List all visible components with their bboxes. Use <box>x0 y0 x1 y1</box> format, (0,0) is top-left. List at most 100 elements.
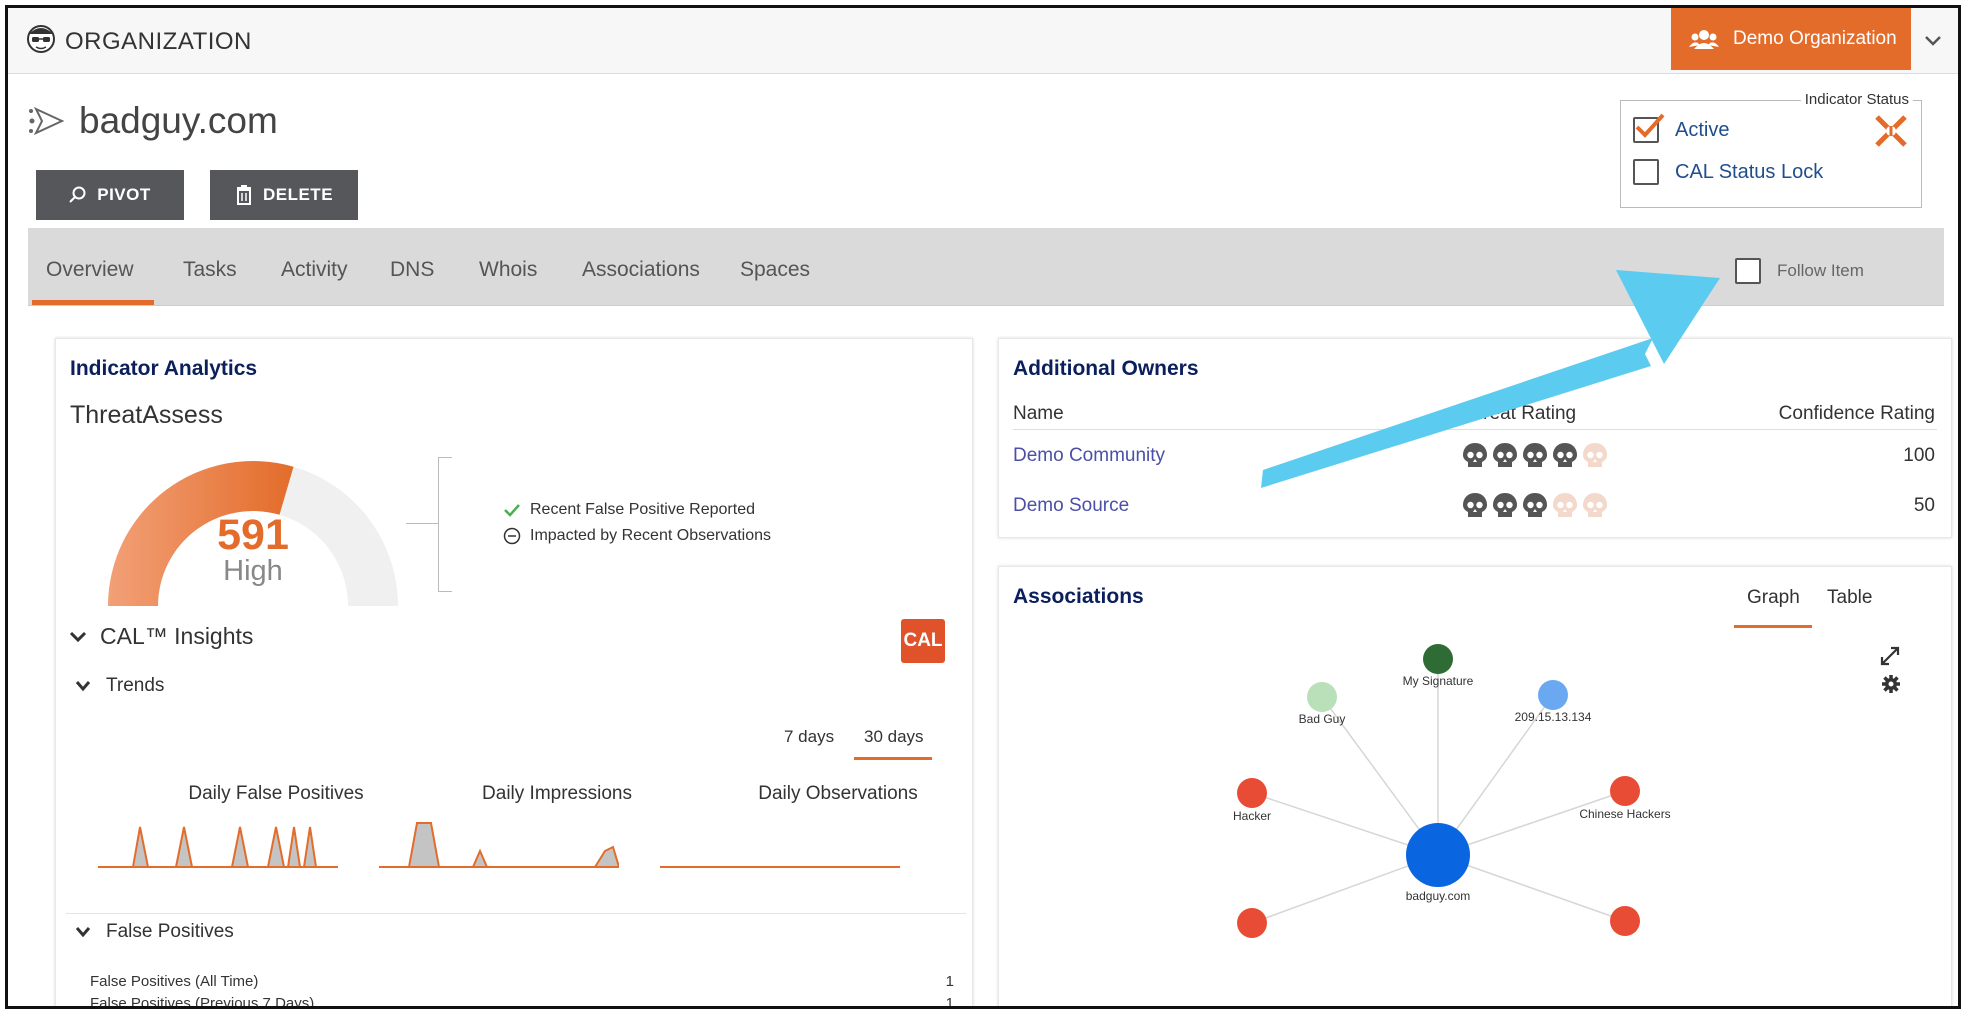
graph-node-red <box>1237 908 1267 938</box>
false-positives-toggle[interactable]: False Positives <box>74 921 234 943</box>
top-bar: ORGANIZATION Demo Organization <box>8 8 1958 74</box>
col-name: Name <box>1013 403 1064 424</box>
fp-value: 1 <box>945 995 954 1009</box>
skull-filled-icon <box>1463 493 1487 517</box>
col-confidence-rating: Confidence Rating <box>1778 403 1935 424</box>
trash-icon <box>236 185 251 205</box>
follow-item-toggle[interactable]: Follow Item <box>1735 258 1864 284</box>
delete-label: DELETE <box>262 185 334 204</box>
skull-empty-icon <box>1553 493 1577 517</box>
minus-circle-icon <box>503 527 521 545</box>
chevron-down-icon[interactable] <box>1918 26 1948 56</box>
threatassess-label: ThreatAssess <box>70 401 223 429</box>
confidence-value: 50 <box>1913 495 1935 516</box>
range-7-days[interactable]: 7 days <box>784 727 834 747</box>
indicator-status-legend: Indicator Status <box>1800 91 1913 108</box>
chevron-down-icon <box>69 631 87 642</box>
indicator-analytics-panel: Indicator Analytics ThreatAssess 591 Hig… <box>55 338 973 1009</box>
association-graph: My Signature Bad Guy 209.15.13.134 Hacke… <box>1233 644 1671 938</box>
cal-insights-toggle[interactable]: CAL™ Insights <box>68 623 253 650</box>
col-threat-rating: Threat Rating <box>1461 403 1577 424</box>
cal-status-lock-checkbox[interactable] <box>1633 159 1659 185</box>
checkmark-icon <box>1635 113 1665 138</box>
graph-node-chinese-hackers <box>1610 776 1640 806</box>
false-positives-label: False Positives <box>106 921 234 942</box>
tab-tasks[interactable]: Tasks <box>183 258 237 282</box>
range-30-days[interactable]: 30 days <box>864 727 924 747</box>
factor-label: Recent False Positive Reported <box>530 501 755 518</box>
pivot-button[interactable]: PIVOT <box>36 170 184 220</box>
tab-associations[interactable]: Associations <box>582 258 700 282</box>
chart-title-observations: Daily Observations <box>758 783 918 804</box>
skull-filled-icon <box>1553 443 1577 467</box>
graph-label-hacker: Hacker <box>1233 809 1271 823</box>
tab-table[interactable]: Table <box>1827 587 1872 609</box>
delete-button[interactable]: DELETE <box>210 170 358 220</box>
additional-owners-panel: Additional Owners Name Threat Rating Con… <box>998 338 1952 538</box>
cal-badge: CAL <box>901 619 945 663</box>
chart-title-false-positives: Daily False Positives <box>188 783 364 804</box>
factor-observations: Impacted by Recent Observations <box>502 527 771 545</box>
threat-score: 591 <box>217 511 289 559</box>
organization-switcher-button[interactable]: Demo Organization <box>1671 8 1911 70</box>
active-toggle[interactable]: Active <box>1633 113 1730 143</box>
follow-item-label: Follow Item <box>1777 261 1864 280</box>
tab-overview[interactable]: Overview <box>46 258 134 282</box>
graph-label-my-signature: My Signature <box>1403 674 1474 688</box>
trends-toggle[interactable]: Trends <box>74 675 164 697</box>
tab-activity[interactable]: Activity <box>281 258 348 282</box>
owner-link-demo-source[interactable]: Demo Source <box>1013 495 1129 517</box>
threat-rating-skulls <box>1461 491 1611 519</box>
graph-label-bad-guy: Bad Guy <box>1299 712 1346 726</box>
active-tab-indicator <box>32 300 154 305</box>
users-icon <box>1689 30 1719 49</box>
follow-item-checkbox[interactable] <box>1735 258 1761 284</box>
graph-label-center: badguy.com <box>1406 889 1470 903</box>
factor-label: Impacted by Recent Observations <box>530 527 772 544</box>
fp-label: False Positives (Previous 7 Days) <box>90 995 315 1009</box>
cal-status-lock-toggle[interactable]: CAL Status Lock <box>1633 159 1823 185</box>
indicator-status-box: Indicator Status Active CAL Status Lock <box>1620 91 1922 208</box>
graph-label-ip: 209.15.13.134 <box>1515 710 1592 724</box>
associations-panel: Associations Graph Table My Signature Ba… <box>998 566 1952 1006</box>
graph-node-center <box>1406 823 1470 887</box>
header-divider <box>1013 429 1937 430</box>
cal-insights-label: CAL™ Insights <box>100 623 254 649</box>
tab-bar: Overview Tasks Activity DNS Whois Associ… <box>28 228 1944 306</box>
fp-label: False Positives (All Time) <box>90 973 259 990</box>
fp-value: 1 <box>945 973 954 990</box>
graph-label-chinese-hackers: Chinese Hackers <box>1579 807 1670 821</box>
graph-node-red <box>1610 906 1640 936</box>
pivot-label: PIVOT <box>97 185 151 204</box>
owner-link-demo-community[interactable]: Demo Community <box>1013 445 1165 467</box>
tab-dns[interactable]: DNS <box>390 258 434 282</box>
chevron-down-icon <box>75 681 91 692</box>
associations-title: Associations <box>1013 585 1144 608</box>
chevron-down-icon <box>75 927 91 938</box>
app-window: ORGANIZATION Demo Organization badguy.co… <box>5 5 1961 1009</box>
host-indicator-icon <box>29 106 65 136</box>
organization-name: Demo Organization <box>1733 28 1897 49</box>
active-checkbox[interactable] <box>1633 113 1665 143</box>
threat-level: High <box>223 555 283 587</box>
confidence-value: 100 <box>1903 445 1935 466</box>
active-range-indicator <box>854 757 932 760</box>
skull-empty-icon <box>1583 443 1607 467</box>
indicator-title: badguy.com <box>79 100 278 141</box>
search-icon <box>69 186 86 203</box>
threat-rating-skulls <box>1461 441 1611 469</box>
graph-node-ip <box>1538 680 1568 710</box>
indicator-analytics-title: Indicator Analytics <box>70 357 258 380</box>
skull-filled-icon <box>1493 443 1517 467</box>
graph-node-bad-guy <box>1307 682 1337 712</box>
tab-spaces[interactable]: Spaces <box>740 258 810 282</box>
fp-row-all-time: False Positives (All Time) 1 <box>90 973 954 990</box>
chart-title-impressions: Daily Impressions <box>482 783 632 804</box>
fp-row-7-days: False Positives (Previous 7 Days) 1 <box>90 995 954 1009</box>
graph-node-my-signature <box>1423 644 1453 674</box>
section-title: ORGANIZATION <box>65 28 252 55</box>
tab-whois[interactable]: Whois <box>479 258 537 282</box>
tab-graph[interactable]: Graph <box>1747 587 1800 609</box>
active-label: Active <box>1675 118 1730 141</box>
factors-bracket <box>438 457 452 592</box>
